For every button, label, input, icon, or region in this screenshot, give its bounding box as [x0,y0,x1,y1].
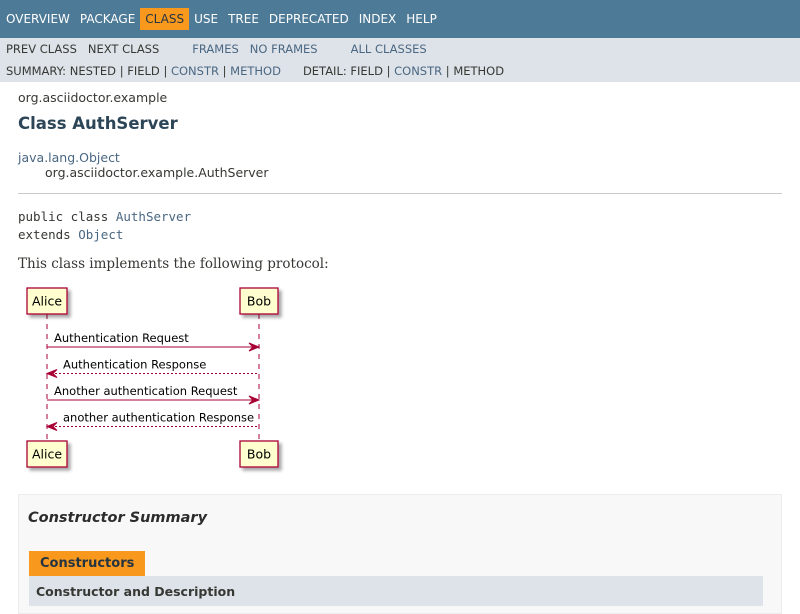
summary-constr-link[interactable]: CONSTR [171,64,219,78]
class-name-link[interactable]: AuthServer [116,209,191,224]
message-label: Authentication Response [63,358,206,372]
sequence-diagram: Alice Bob Alice Bob Authentication Request Au… [26,287,279,468]
all-classes-link[interactable]: ALL CLASSES [351,42,427,56]
constructor-table-header: Constructor and Description [29,576,763,606]
next-class-label: NEXT CLASS [87,42,160,56]
summary-label: SUMMARY: [6,64,67,78]
constructor-summary-section: Constructor Summary Constructors Constru… [18,494,782,614]
separator: | [445,64,450,78]
participant-label: Alice [32,294,62,309]
divider [18,193,782,194]
nav-use[interactable]: USE [189,8,223,30]
detail-constr-link[interactable]: CONSTR [394,64,442,78]
superclass-link[interactable]: Object [78,227,123,242]
page-title: Class AuthServer [18,114,178,133]
top-nav-bar: OVERVIEW PACKAGE CLASS USE TREE DEPRECAT… [0,0,800,38]
class-description: This class implements the following prot… [18,256,329,272]
summary-field: FIELD [127,64,160,78]
message-label: another authentication Response [63,411,254,425]
declaration-line-2: extends Object [18,226,191,244]
summary-nested: NESTED [69,64,117,78]
message-label: Another authentication Request [54,384,238,398]
nav-package[interactable]: PACKAGE [75,8,140,30]
inheritance-parent-link[interactable]: java.lang.Object [18,150,120,165]
participant-label: Alice [32,447,62,462]
participant-label: Bob [247,294,271,309]
class-declaration: public class AuthServer extends Object [18,208,191,244]
declaration-line-1: public class AuthServer [18,208,191,226]
nav-class[interactable]: CLASS [140,8,190,30]
nav-tree[interactable]: TREE [223,8,264,30]
sub-nav-row-summary: SUMMARY: NESTED | FIELD | CONSTR | METHO… [6,64,504,78]
separator: | [386,64,391,78]
constructors-tab: Constructors [29,551,146,576]
detail-method: METHOD [453,64,505,78]
nav-overview[interactable]: OVERVIEW [1,8,75,30]
constructor-summary-title: Constructor Summary [28,510,208,526]
nav-help[interactable]: HELP [401,8,442,30]
extends-keyword: extends [18,227,79,242]
inheritance-child: org.asciidoctor.example.AuthServer [45,165,269,180]
declaration-keyword: public class [18,209,116,224]
frames-link[interactable]: FRAMES [192,42,239,56]
nav-index[interactable]: INDEX [354,8,402,30]
sub-nav-row-links: PREV CLASS NEXT CLASS FRAMES NO FRAMES A… [6,42,427,56]
package-name: org.asciidoctor.example [18,90,168,105]
message-label: Authentication Request [54,331,189,345]
separator: | [119,64,124,78]
participant-label: Bob [247,447,271,462]
detail-field: FIELD [350,64,383,78]
separator: | [222,64,227,78]
detail-label: DETAIL: [302,64,347,78]
separator: | [163,64,168,78]
prev-class-label: PREV CLASS [6,42,77,56]
no-frames-link[interactable]: NO FRAMES [250,42,318,56]
sub-nav-bar: PREV CLASS NEXT CLASS FRAMES NO FRAMES A… [0,38,800,82]
nav-deprecated[interactable]: DEPRECATED [264,8,354,30]
summary-method-link[interactable]: METHOD [230,64,281,78]
